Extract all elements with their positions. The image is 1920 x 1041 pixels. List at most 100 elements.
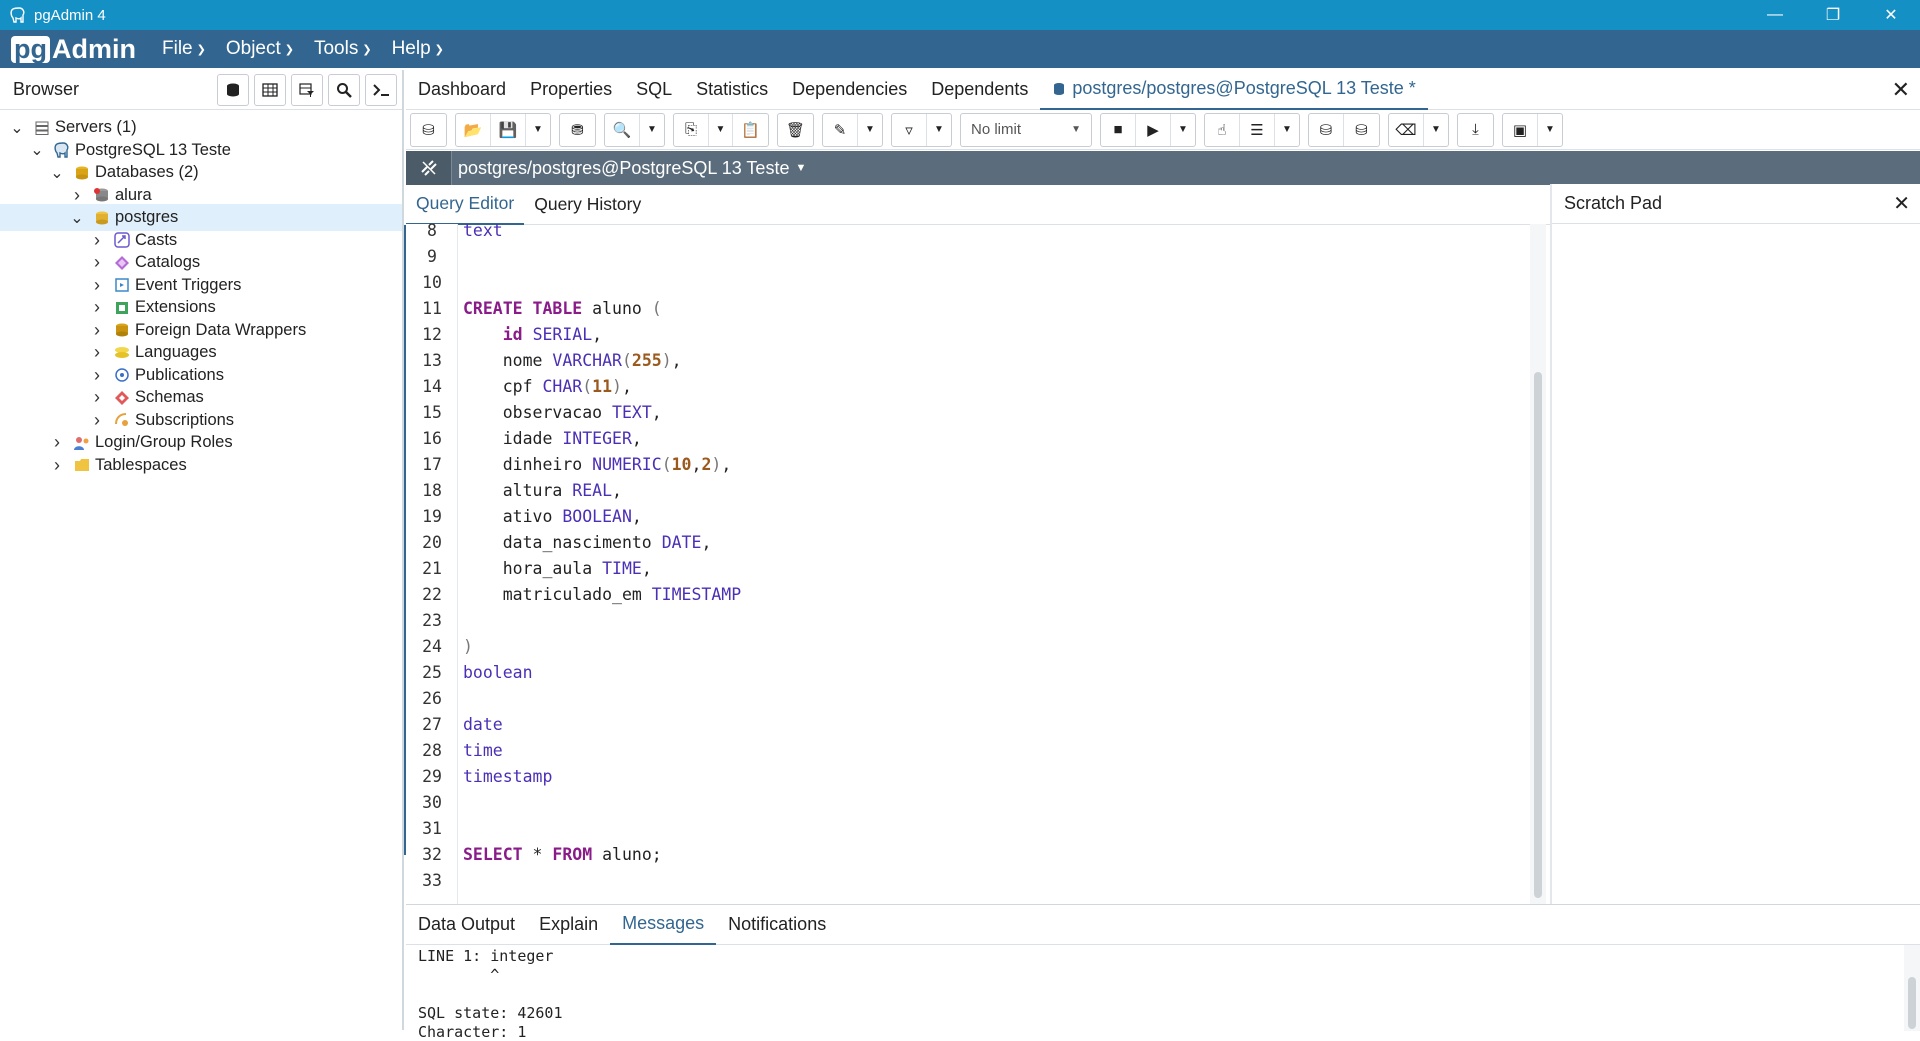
code-line[interactable]: date xyxy=(463,712,503,738)
code-line[interactable]: matriculado_em TIMESTAMP xyxy=(463,582,741,608)
explain-analyze-icon[interactable]: ☰ xyxy=(1240,113,1275,146)
tree-node-tablespaces[interactable]: › Tablespaces xyxy=(50,452,187,479)
tab-properties[interactable]: Properties xyxy=(518,70,624,110)
code-line[interactable]: ativo BOOLEAN, xyxy=(463,504,642,530)
filter-icon[interactable]: ▿ xyxy=(892,113,927,146)
code-line[interactable]: observacao TEXT, xyxy=(463,400,662,426)
editor-scrollbar-thumb[interactable] xyxy=(1534,372,1542,898)
code-line[interactable]: text xyxy=(463,218,503,244)
object-explorer-db-button[interactable] xyxy=(217,73,249,106)
code-line[interactable]: data_nascimento DATE, xyxy=(463,530,712,556)
execute-dropdown-icon[interactable]: ▼ xyxy=(1171,114,1195,146)
stop-icon[interactable]: ■ xyxy=(1101,113,1136,146)
scratch-pad-panel[interactable]: Scratch Pad ✕ xyxy=(1550,184,1920,904)
chevron-right-icon[interactable]: › xyxy=(90,387,104,408)
chevron-down-icon[interactable]: ⌄ xyxy=(70,208,84,228)
chevron-right-icon[interactable]: › xyxy=(90,230,104,251)
editor-scrollbar[interactable] xyxy=(1530,224,1546,904)
tab-dependents[interactable]: Dependents xyxy=(919,70,1040,110)
copy-icon[interactable]: ⎘ xyxy=(674,113,709,146)
code-line[interactable]: boolean xyxy=(463,660,533,686)
tab-dashboard[interactable]: Dashboard xyxy=(406,70,518,110)
code-line[interactable]: id SERIAL, xyxy=(463,322,602,348)
explain-dropdown-icon[interactable]: ▼ xyxy=(1275,114,1299,146)
code-line[interactable]: CREATE TABLE aluno ( xyxy=(463,296,662,322)
edit-icon[interactable]: ✎ xyxy=(823,113,858,146)
row-limit-select[interactable]: No limit ▼ xyxy=(961,114,1091,146)
close-scratch-pad-icon[interactable]: ✕ xyxy=(1893,191,1910,216)
code-line[interactable]: time xyxy=(463,738,503,764)
chevron-down-icon[interactable]: ⌄ xyxy=(10,118,24,138)
commit-icon[interactable]: ⛁ xyxy=(1309,113,1344,146)
code-line[interactable]: nome VARCHAR(255), xyxy=(463,348,682,374)
tab-data-output[interactable]: Data Output xyxy=(406,905,527,945)
chevron-right-icon[interactable]: › xyxy=(70,185,84,206)
open-file-icon[interactable]: 📂 xyxy=(456,113,491,146)
explain-icon[interactable]: ☝ xyxy=(1205,113,1240,146)
chevron-right-icon[interactable]: › xyxy=(90,342,104,363)
menu-object[interactable]: Object ❯ xyxy=(226,38,294,60)
save-dropdown-icon[interactable]: ▼ xyxy=(526,114,550,146)
macros-icon[interactable]: ▣ xyxy=(1503,113,1538,146)
code-line[interactable]: SELECT * FROM aluno; xyxy=(463,842,662,868)
code-line[interactable]: cpf CHAR(11), xyxy=(463,374,632,400)
view-data-button[interactable] xyxy=(254,73,286,106)
menu-file[interactable]: File ❯ xyxy=(162,38,206,60)
copy-dropdown-icon[interactable]: ▼ xyxy=(709,113,733,146)
clear-icon[interactable]: ⌫ xyxy=(1389,113,1424,146)
tab-explain[interactable]: Explain xyxy=(527,905,610,945)
macros-dropdown-icon[interactable]: ▼ xyxy=(1538,114,1562,146)
tab-query-history[interactable]: Query History xyxy=(524,185,651,225)
sql-editor[interactable]: 8 text 9 10 11 CREATE TABLE aluno (12 id SERI… xyxy=(406,221,1550,904)
tab-query-tool[interactable]: postgres/postgres@PostgreSQL 13 Teste * xyxy=(1040,70,1428,110)
psql-tool-button[interactable] xyxy=(365,73,397,106)
code-line[interactable]: altura REAL, xyxy=(463,478,622,504)
chevron-down-icon[interactable]: ⌄ xyxy=(50,163,64,183)
tab-sql[interactable]: SQL xyxy=(624,70,684,110)
paste-icon[interactable]: 📋 xyxy=(733,114,768,146)
chevron-right-icon[interactable]: › xyxy=(90,320,104,341)
code-line[interactable]: idade INTEGER, xyxy=(463,426,642,452)
code-line[interactable]: dinheiro NUMERIC(10,2), xyxy=(463,452,732,478)
find-dropdown-icon[interactable]: ▼ xyxy=(640,114,664,146)
code-line[interactable]: timestamp xyxy=(463,764,552,790)
db-icon[interactable]: ⛁ xyxy=(411,114,446,146)
close-window-button[interactable]: ✕ xyxy=(1862,0,1920,30)
save-data-icon[interactable]: ⛃ xyxy=(560,114,595,146)
chevron-right-icon[interactable]: › xyxy=(90,365,104,386)
chevron-down-icon[interactable]: ⌄ xyxy=(30,140,44,160)
connection-title[interactable]: postgres/postgres@PostgreSQL 13 Teste xyxy=(458,158,789,179)
code-line[interactable]: ) xyxy=(463,634,473,660)
connection-status-icon[interactable] xyxy=(406,151,452,185)
close-tab-icon[interactable]: ✕ xyxy=(1892,77,1910,103)
menu-help[interactable]: Help ❯ xyxy=(392,38,444,60)
delete-icon[interactable]: 🗑 xyxy=(778,114,813,146)
output-scrollbar-thumb[interactable] xyxy=(1908,977,1916,1029)
find-icon[interactable]: 🔍 xyxy=(605,113,640,146)
edit-dropdown-icon[interactable]: ▼ xyxy=(858,114,882,146)
clear-dropdown-icon[interactable]: ▼ xyxy=(1424,114,1448,146)
code-line[interactable]: hora_aula TIME, xyxy=(463,556,652,582)
chevron-right-icon[interactable]: › xyxy=(90,410,104,431)
execute-icon[interactable]: ▶ xyxy=(1136,113,1171,146)
tab-messages[interactable]: Messages xyxy=(610,905,717,945)
chevron-right-icon[interactable]: › xyxy=(90,297,104,318)
chevron-right-icon[interactable]: › xyxy=(50,432,64,453)
tab-notifications[interactable]: Notifications xyxy=(716,905,838,945)
save-icon[interactable]: 💾 xyxy=(491,113,526,146)
search-objects-button[interactable] xyxy=(328,73,360,106)
filter-dropdown-icon[interactable]: ▼ xyxy=(927,114,951,146)
download-icon[interactable]: ⤓ xyxy=(1458,114,1493,146)
chevron-right-icon[interactable]: › xyxy=(90,275,104,296)
chevron-down-icon[interactable]: ▼ xyxy=(795,162,806,174)
tab-statistics[interactable]: Statistics xyxy=(684,70,780,110)
tab-dependencies[interactable]: Dependencies xyxy=(780,70,919,110)
chevron-right-icon[interactable]: › xyxy=(90,252,104,273)
chevron-right-icon[interactable]: › xyxy=(50,455,64,476)
menu-tools[interactable]: Tools ❯ xyxy=(314,38,372,60)
maximize-button[interactable]: ❐ xyxy=(1804,0,1862,30)
output-scrollbar[interactable] xyxy=(1904,945,1920,1031)
rollback-icon[interactable]: ⛁ xyxy=(1344,114,1379,146)
filtered-rows-button[interactable] xyxy=(291,73,323,106)
minimize-button[interactable]: — xyxy=(1746,0,1804,30)
